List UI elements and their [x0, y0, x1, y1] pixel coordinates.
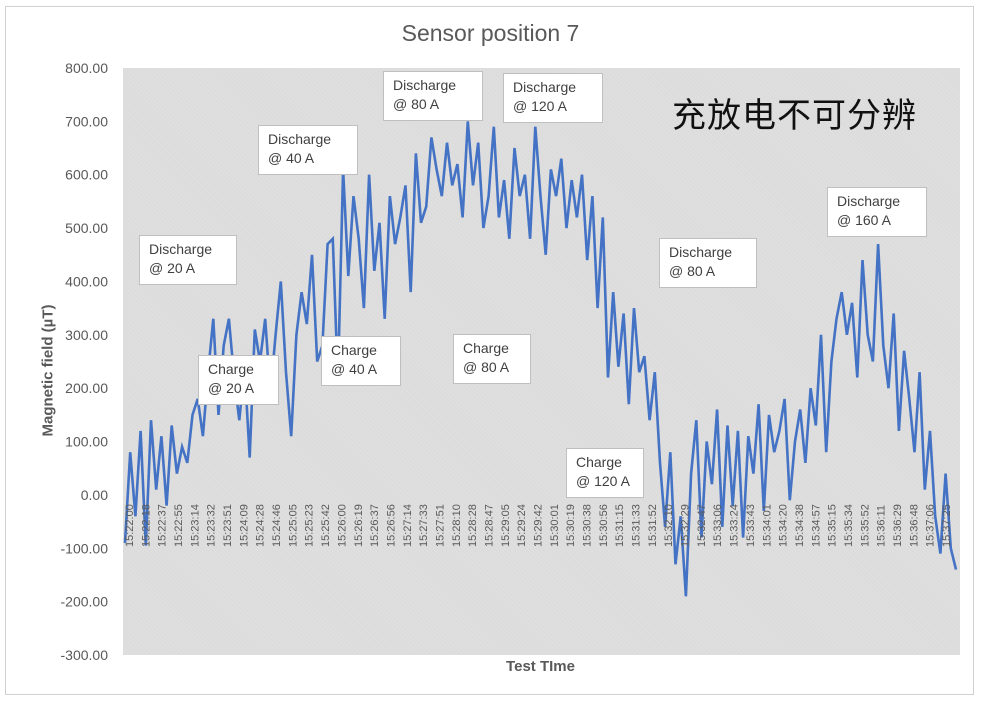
annotation-line1: Charge	[576, 454, 622, 470]
x-tick-label: 15:34:57	[810, 504, 822, 547]
x-tick-label: 15:35:34	[843, 504, 855, 547]
y-tick-label: -200.00	[61, 594, 109, 610]
x-tick-label: 15:25:42	[320, 504, 332, 547]
annotation-charge-120a: Charge @ 120 A	[566, 448, 644, 498]
x-tick-label: 15:36:11	[876, 505, 888, 547]
annotation-line2: @ 80 A	[669, 263, 716, 279]
annotation-line2: @ 80 A	[463, 359, 510, 375]
x-tick-label: 15:34:20	[778, 504, 790, 547]
y-tick-label: 400.00	[65, 273, 108, 289]
x-tick-label: 15:29:24	[516, 504, 528, 547]
x-tick-label: 15:31:15	[614, 504, 626, 547]
x-tick-label: 15:30:19	[565, 504, 577, 547]
x-tick-label: 15:26:56	[385, 504, 397, 547]
annotation-charge-40a: Charge @ 40 A	[321, 336, 401, 386]
annotation-discharge-80a-top: Discharge @ 80 A	[383, 71, 483, 121]
x-tick-label: 15:33:06	[712, 504, 724, 547]
x-tick-label: 15:26:37	[369, 504, 381, 547]
x-tick-label: 15:31:33	[631, 504, 643, 547]
x-tick-label: 15:24:46	[271, 504, 283, 547]
annotation-line1: Charge	[463, 340, 509, 356]
x-tick-label: 15:28:47	[484, 504, 496, 547]
annotation-line1: Discharge	[268, 131, 332, 147]
annotation-line2: @ 40 A	[331, 361, 378, 377]
annotation-line1: Discharge	[669, 244, 733, 260]
x-axis-ticks: 15:22:00 15:22:18 15:22:37 15:22:55 15:23:14…	[124, 504, 953, 547]
y-tick-label: 600.00	[65, 167, 108, 183]
x-tick-label: 15:27:14	[402, 504, 414, 547]
x-tick-label: 15:33:43	[745, 504, 757, 547]
x-tick-label: 15:33:24	[729, 504, 741, 547]
y-tick-label: 700.00	[65, 113, 108, 129]
x-tick-label: 15:28:28	[467, 504, 479, 547]
x-tick-label: 15:37:25	[941, 504, 953, 547]
annotation-line1: Discharge	[393, 77, 457, 93]
annotation-discharge-80a: Discharge @ 80 A	[659, 238, 757, 288]
annotation-discharge-160a: Discharge @ 160 A	[827, 187, 927, 237]
x-tick-label: 15:25:05	[287, 504, 299, 547]
y-tick-label: 0.00	[81, 487, 108, 503]
x-tick-label: 15:32:10	[663, 504, 675, 547]
x-tick-label: 15:29:42	[533, 504, 545, 547]
y-tick-label: 300.00	[65, 327, 108, 343]
x-tick-label: 15:22:55	[173, 504, 185, 547]
y-tick-label: 800.00	[65, 60, 108, 76]
x-tick-label: 15:36:48	[908, 504, 920, 547]
x-tick-label: 15:22:00	[124, 504, 136, 547]
x-tick-label: 15:34:01	[761, 504, 773, 547]
x-tick-label: 15:26:00	[336, 504, 348, 547]
y-axis-ticks: 800.00 700.00 600.00 500.00 400.00 300.00 200.…	[61, 60, 109, 663]
x-tick-label: 15:35:15	[827, 504, 839, 547]
y-tick-label: -100.00	[61, 540, 109, 556]
x-tick-label: 15:24:28	[255, 504, 267, 547]
y-axis-label: Magnetic field (µT)	[39, 304, 57, 437]
y-tick-label: 200.00	[65, 380, 108, 396]
annotation-charge-80a: Charge @ 80 A	[453, 334, 531, 384]
x-tick-label: 15:28:10	[451, 504, 463, 547]
x-tick-label: 15:34:38	[794, 504, 806, 547]
x-tick-label: 15:26:19	[353, 504, 365, 547]
x-tick-label: 15:30:01	[549, 504, 561, 547]
annotation-line2: @ 120 A	[576, 473, 630, 489]
annotation-line2: @ 40 A	[268, 150, 315, 166]
annotation-line1: Discharge	[837, 193, 901, 209]
x-tick-label: 15:35:52	[859, 504, 871, 547]
x-tick-label: 15:32:29	[680, 504, 692, 547]
x-tick-label: 15:24:09	[238, 504, 250, 547]
y-tick-label: 500.00	[65, 220, 108, 236]
annotation-charge-20a: Charge @ 20 A	[198, 355, 279, 405]
annotation-line1: Discharge	[513, 79, 577, 95]
y-tick-label: 100.00	[65, 434, 108, 450]
chinese-note-text: 充放电不可分辨	[672, 96, 917, 136]
x-tick-label: 15:36:29	[892, 504, 904, 547]
x-tick-label: 15:31:52	[647, 504, 659, 547]
x-tick-label: 15:37:06	[925, 504, 937, 547]
x-tick-label: 15:30:38	[582, 504, 594, 547]
annotation-discharge-120a: Discharge @ 120 A	[503, 73, 603, 123]
annotation-line2: @ 20 A	[149, 260, 196, 276]
annotation-discharge-20a: Discharge @ 20 A	[139, 235, 237, 285]
x-tick-label: 15:25:23	[304, 504, 316, 547]
x-tick-label: 15:22:18	[140, 504, 152, 547]
annotation-line2: @ 80 A	[393, 96, 440, 112]
x-tick-label: 15:23:32	[206, 504, 218, 547]
annotation-line2: @ 20 A	[208, 380, 255, 396]
x-tick-label: 15:27:51	[435, 504, 447, 547]
annotation-discharge-40a: Discharge @ 40 A	[258, 125, 358, 175]
annotation-line2: @ 160 A	[837, 212, 891, 228]
annotation-line1: Charge	[331, 342, 377, 358]
annotation-line1: Charge	[208, 361, 254, 377]
annotation-line1: Discharge	[149, 241, 213, 257]
x-tick-label: 15:27:33	[418, 504, 430, 547]
x-tick-label: 15:29:05	[500, 504, 512, 547]
x-axis-label: Test TIme	[506, 658, 575, 675]
annotation-line2: @ 120 A	[513, 98, 567, 114]
x-tick-label: 15:23:51	[222, 504, 234, 547]
x-tick-label: 15:30:56	[598, 504, 610, 547]
x-tick-label: 15:23:14	[189, 504, 201, 547]
x-tick-label: 15:22:37	[157, 504, 169, 547]
x-tick-label: 15:32:47	[696, 504, 708, 547]
